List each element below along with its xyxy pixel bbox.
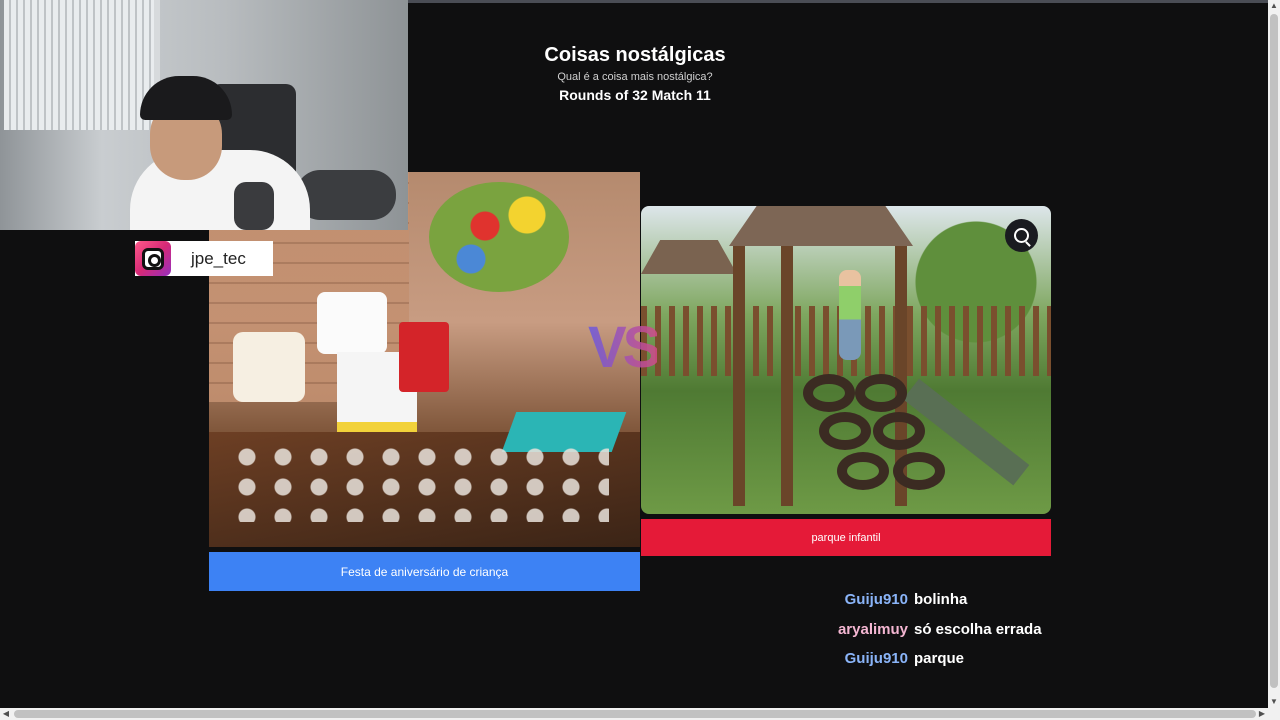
chat-message: Guiju910 bolinha (820, 585, 1060, 615)
tire (837, 452, 889, 490)
top-border (408, 0, 1268, 3)
chat-username: aryalimuy (837, 620, 908, 638)
round-info: Rounds of 32 Match 11 (559, 87, 711, 103)
webcam-overlay (0, 0, 408, 230)
microphone (234, 182, 274, 230)
playground-post (781, 246, 793, 506)
chat-message: Guiju910 parque (820, 644, 1060, 674)
playground-post (733, 246, 745, 506)
child (839, 270, 861, 360)
chat-text: bolinha (914, 591, 968, 609)
cake-popcorn (233, 332, 305, 402)
chat-text: parque (914, 650, 965, 668)
page-header: Coisas nostálgicas Qual é a coisa mais n… (490, 44, 780, 103)
instagram-icon (135, 241, 171, 276)
window-blinds (4, 0, 160, 130)
playground-roof-small (641, 240, 737, 274)
chat-username: Guiju910 (844, 591, 908, 609)
choose-left-button[interactable]: Festa de aniversário de criança (209, 552, 640, 591)
choice-image-right[interactable] (641, 206, 1051, 514)
vs-label: VS (588, 315, 661, 380)
tire (893, 452, 945, 490)
chat-text: só escolha errada (914, 620, 1042, 638)
instagram-badge: jpe_tec (135, 241, 273, 276)
vertical-scroll-thumb[interactable] (1270, 14, 1278, 688)
instagram-handle: jpe_tec (191, 248, 246, 268)
chat-username: Guiju910 (844, 650, 908, 668)
tire (855, 374, 907, 412)
horizontal-scrollbar[interactable]: ◀ ▶ (0, 708, 1280, 720)
cake-top-tier (317, 292, 387, 354)
tire (873, 412, 925, 450)
flower-arrangement (429, 182, 569, 292)
red-stand (399, 322, 449, 392)
chat-message: aryalimuy só escolha errada (820, 615, 1060, 645)
chat-overlay: Guiju910 bolinha aryalimuy só escolha er… (820, 585, 1060, 674)
vertical-scrollbar[interactable]: ▲ ▼ (1268, 0, 1280, 708)
zoom-button[interactable] (1005, 219, 1038, 252)
scroll-right-icon[interactable]: ▶ (1256, 708, 1268, 720)
horizontal-scroll-thumb[interactable] (14, 710, 1256, 718)
choose-right-button[interactable]: parque infantil (641, 519, 1051, 556)
scroll-down-icon[interactable]: ▼ (1268, 696, 1280, 708)
zoom-in-icon (1014, 228, 1029, 243)
dog (296, 170, 396, 220)
scroll-up-icon[interactable]: ▲ (1268, 0, 1280, 12)
playground-roof (729, 206, 913, 246)
scroll-left-icon[interactable]: ◀ (0, 708, 12, 720)
tire (819, 412, 871, 450)
sweets (229, 442, 609, 522)
page-subtitle: Qual é a coisa mais nostálgica? (557, 71, 713, 83)
page-title: Coisas nostálgicas (544, 44, 726, 66)
tire (803, 374, 855, 412)
